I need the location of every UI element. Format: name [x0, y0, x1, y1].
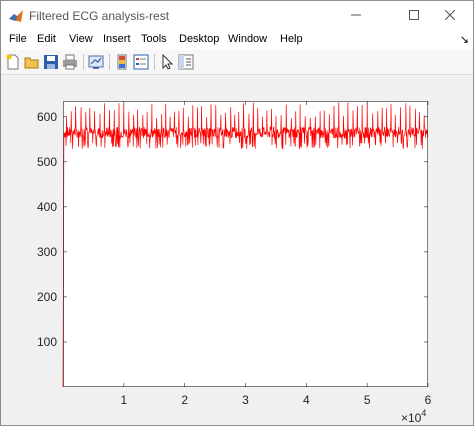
x-exponent-label: ×104 [401, 408, 426, 425]
axes-background [63, 101, 428, 387]
x-tick-label: 6 [425, 393, 432, 407]
title-bar[interactable]: Filtered ECG analysis-rest [1, 1, 473, 31]
figure-canvas: 1 2 3 4 5 6 100 200 300 400 500 600 ×104 [1, 75, 473, 425]
menu-tools[interactable]: Tools [141, 33, 167, 45]
figure-window: Filtered ECG analysis-rest File Edit Vie… [0, 0, 474, 426]
close-button[interactable] [427, 1, 473, 31]
menu-bar: File Edit View Insert Tools Desktop Wind… [1, 31, 473, 50]
x-tick-label: 4 [303, 393, 310, 407]
y-tick-label: 100 [37, 335, 57, 349]
link-plot-icon[interactable] [87, 53, 105, 71]
menu-dock-arrow-icon[interactable]: ↘ [460, 33, 469, 46]
menu-insert[interactable]: Insert [103, 33, 131, 45]
insert-colorbar-icon[interactable] [113, 53, 131, 71]
ecg-plot[interactable]: 1 2 3 4 5 6 100 200 300 400 500 600 ×104 [1, 75, 473, 425]
maximize-icon [409, 7, 419, 25]
menu-file[interactable]: File [9, 33, 27, 45]
open-file-icon[interactable] [23, 53, 41, 71]
print-icon[interactable] [61, 53, 79, 71]
y-tick-label: 500 [37, 155, 57, 169]
toolbar-separator [154, 54, 155, 70]
figure-toolbar [1, 50, 473, 75]
menu-help[interactable]: Help [280, 33, 303, 45]
y-tick-label: 200 [37, 290, 57, 304]
minimize-icon [351, 7, 361, 25]
y-tick-label: 400 [37, 200, 57, 214]
x-tick-label: 1 [120, 393, 127, 407]
minimize-button[interactable] [333, 1, 379, 31]
menu-view[interactable]: View [69, 33, 93, 45]
x-tick-label: 5 [364, 393, 371, 407]
x-tick-label: 3 [242, 393, 249, 407]
close-icon [444, 7, 456, 25]
edit-plot-icon[interactable] [158, 53, 176, 71]
menu-window[interactable]: Window [228, 33, 267, 45]
menu-edit[interactable]: Edit [37, 33, 56, 45]
matlab-app-icon [8, 8, 24, 24]
toolbar-separator [83, 54, 84, 70]
new-figure-icon[interactable] [4, 53, 22, 71]
y-tick-label: 300 [37, 245, 57, 259]
insert-legend-icon[interactable] [132, 53, 150, 71]
y-tick-label: 600 [37, 110, 57, 124]
window-title: Filtered ECG analysis-rest [29, 9, 170, 23]
menu-desktop[interactable]: Desktop [179, 33, 219, 45]
save-icon[interactable] [42, 53, 60, 71]
x-tick-label: 2 [181, 393, 188, 407]
property-inspector-icon[interactable] [177, 53, 195, 71]
toolbar-separator [109, 54, 110, 70]
